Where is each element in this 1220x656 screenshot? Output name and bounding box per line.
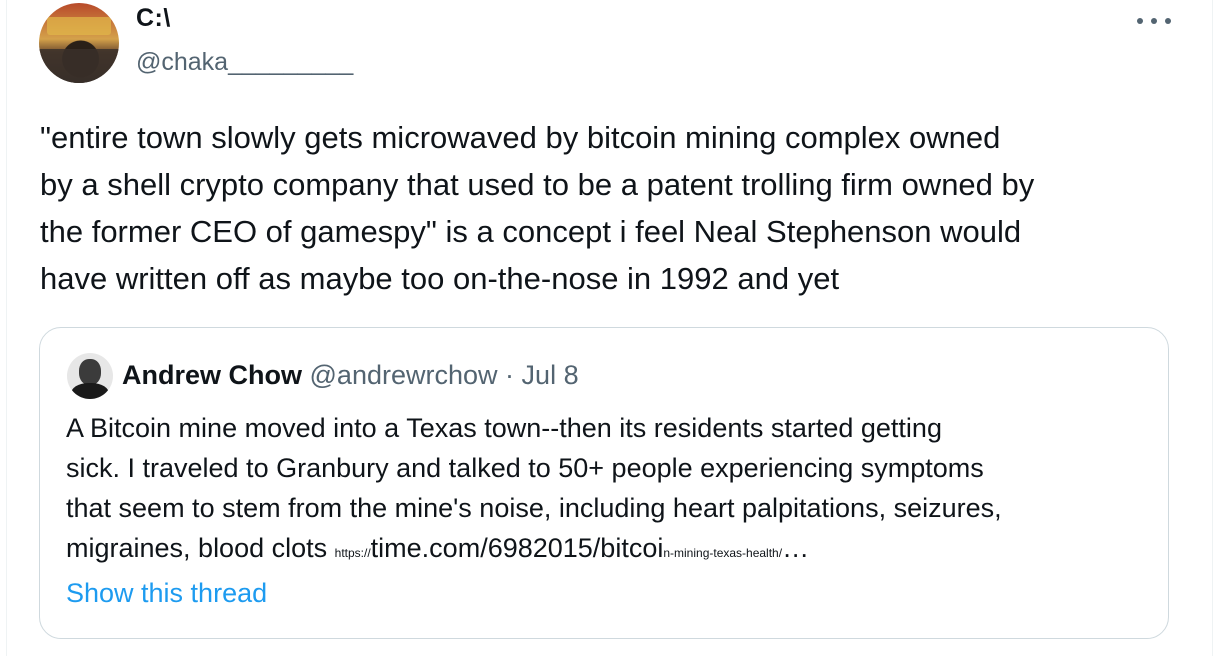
quoted-avatar[interactable] — [67, 353, 113, 399]
link-main[interactable]: time.com/6982015/bitcoi — [371, 533, 664, 563]
more-dot — [1137, 18, 1143, 24]
link-ellipsis[interactable]: … — [782, 533, 809, 563]
author-display-name[interactable]: C:\ — [136, 4, 171, 33]
tweet-card[interactable]: C:\ @chaka_________ "entire town slowly … — [0, 0, 1220, 656]
avatar[interactable] — [39, 3, 119, 83]
tweet-text-line: "entire town slowly gets microwaved by b… — [40, 120, 1001, 155]
show-thread-link[interactable]: Show this thread — [66, 578, 267, 609]
quoted-text: A Bitcoin mine moved into a Texas town--… — [66, 408, 1156, 573]
tweet-text-line: have written off as maybe too on-the-nos… — [40, 261, 840, 296]
tweet-text-line: by a shell crypto company that used to b… — [40, 167, 1035, 202]
author-handle[interactable]: @chaka_________ — [136, 48, 353, 77]
more-dot — [1165, 18, 1171, 24]
more-dot — [1151, 18, 1157, 24]
quoted-tweet[interactable]: Andrew Chow @andrewrchow · Jul 8 A Bitco… — [39, 327, 1169, 639]
quoted-avatar-head — [79, 359, 101, 385]
quoted-separator: · — [505, 360, 515, 390]
link-suffix[interactable]: n-mining-texas-health/ — [663, 546, 782, 560]
quoted-avatar-body — [71, 383, 109, 399]
quoted-author-name[interactable]: Andrew Chow — [122, 360, 302, 390]
quoted-text-line: that seem to stem from the mine's noise,… — [66, 493, 1002, 523]
avatar-detail — [47, 17, 111, 35]
quoted-text-line: A Bitcoin mine moved into a Texas town--… — [66, 413, 942, 443]
link-prefix[interactable]: https:// — [335, 546, 371, 560]
more-horizontal-icon[interactable] — [1137, 8, 1171, 34]
quoted-author-handle[interactable]: @andrewrchow — [310, 360, 498, 390]
avatar-shadow — [39, 49, 119, 83]
quoted-date[interactable]: Jul 8 — [522, 360, 579, 390]
tweet-text: "entire town slowly gets microwaved by b… — [40, 114, 1200, 302]
tweet-text-line: the former CEO of gamespy" is a concept … — [40, 214, 1022, 249]
tweet-divider-left — [6, 0, 7, 656]
quoted-text-line: sick. I traveled to Granbury and talked … — [66, 453, 984, 483]
tweet-divider-right — [1212, 0, 1213, 656]
quoted-text-line: migraines, blood clots — [66, 533, 335, 563]
quoted-header: Andrew Chow @andrewrchow · Jul 8 — [122, 360, 579, 391]
